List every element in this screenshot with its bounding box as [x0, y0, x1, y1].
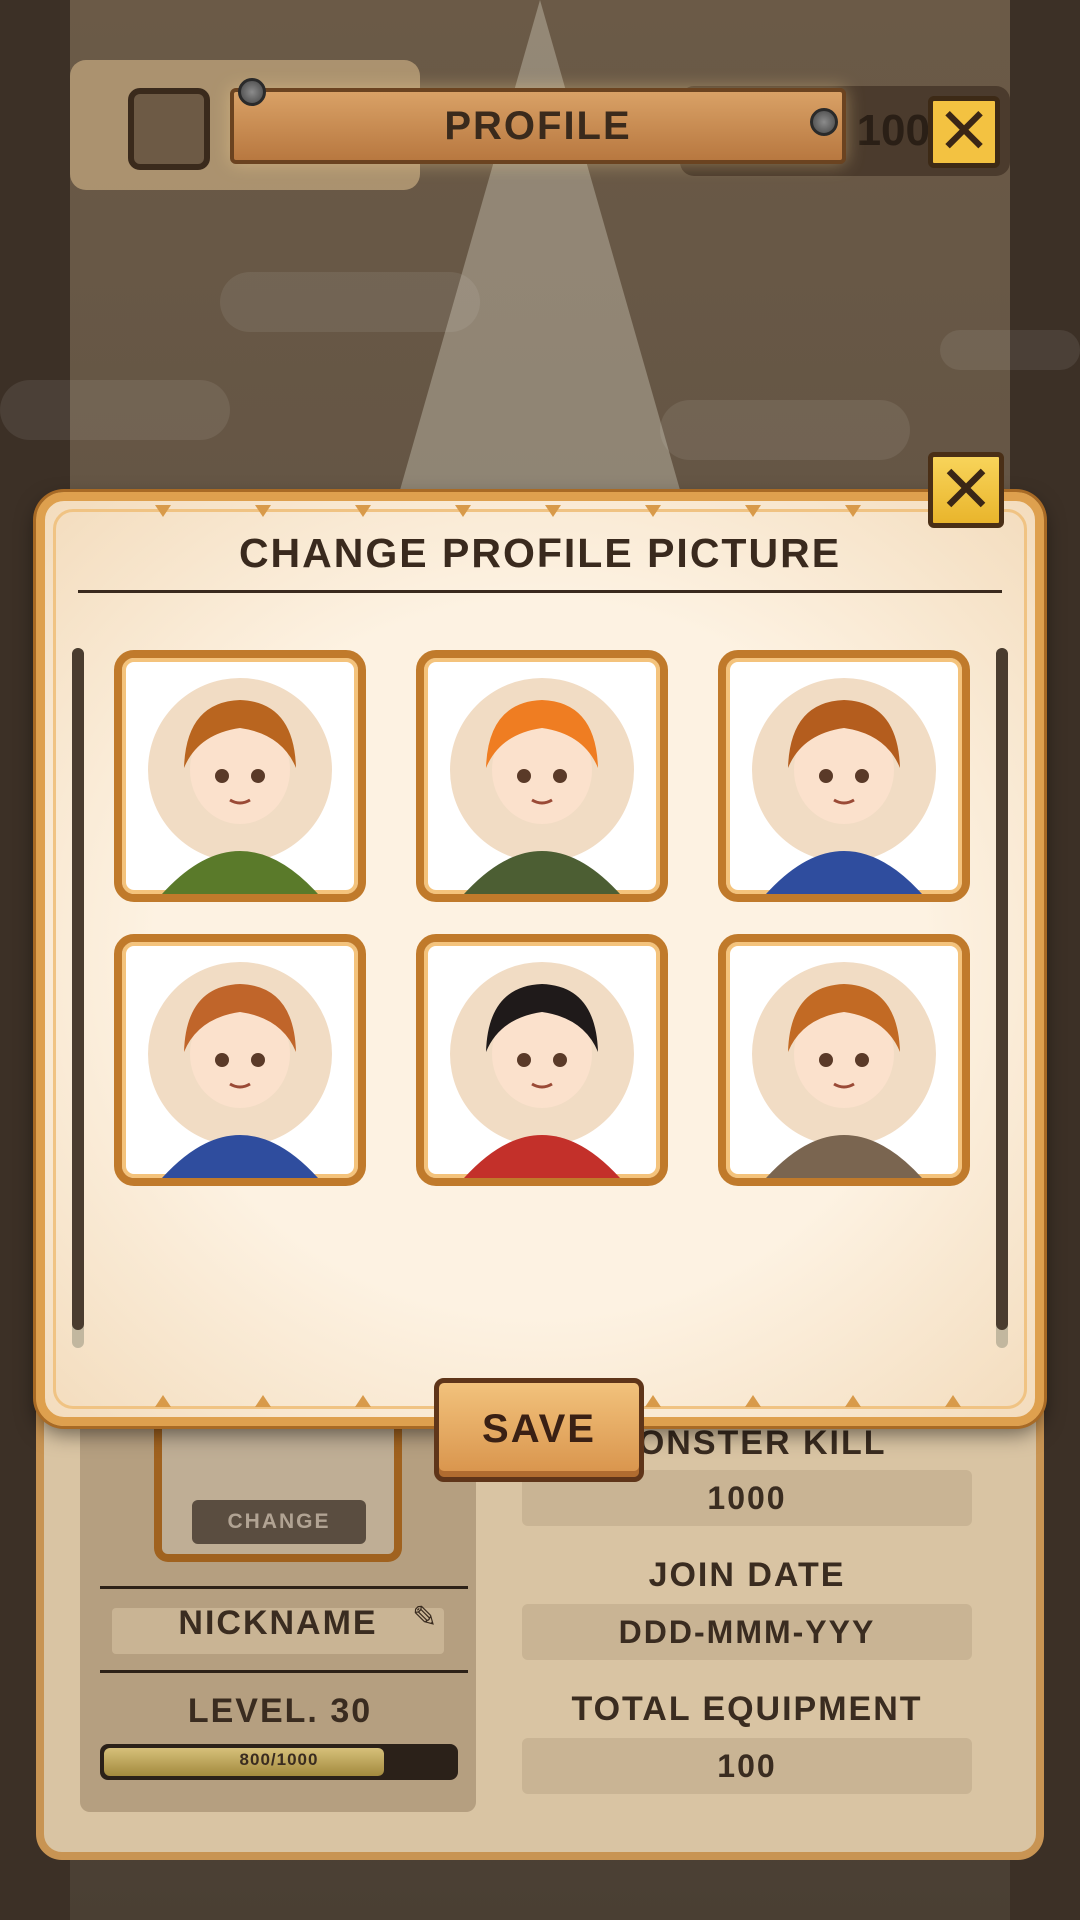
frame-spike: [355, 505, 371, 517]
frame-spike: [255, 505, 271, 517]
stat-label-total-equipment: TOTAL EQUIPMENT: [571, 1690, 923, 1728]
edit-pencil-icon[interactable]: ✎: [412, 1600, 437, 1635]
character-portrait-icon: [752, 962, 936, 1178]
page-title: PROFILE: [444, 104, 632, 148]
divider: [100, 1586, 468, 1589]
modal-title: CHANGE PROFILE PICTURE: [238, 530, 842, 576]
scrollbar-right-thumb[interactable]: [996, 648, 1008, 1330]
level-label: LEVEL. 30: [187, 1692, 373, 1730]
nail-icon: [238, 78, 266, 106]
frame-spike: [645, 1395, 661, 1407]
scrollbar-left-thumb[interactable]: [72, 648, 84, 1330]
frame-spike: [845, 505, 861, 517]
stat-label-join-date: JOIN DATE: [648, 1556, 846, 1594]
frame-spike: [455, 505, 471, 517]
character-portrait-icon: [450, 962, 634, 1178]
character-portrait-icon: [450, 678, 634, 894]
cloud: [220, 272, 480, 332]
save-button[interactable]: SAVE: [434, 1378, 644, 1482]
cloud: [660, 400, 910, 460]
cloud: [0, 380, 230, 440]
avatar-option-2[interactable]: [416, 650, 668, 902]
frame-spike: [155, 505, 171, 517]
frame-spike: [845, 1395, 861, 1407]
frame-spike: [945, 1395, 961, 1407]
title-divider: [78, 590, 1002, 593]
frame-spike: [255, 1395, 271, 1407]
currency-value: 100: [856, 106, 930, 155]
change-avatar-button[interactable]: CHANGE: [192, 1500, 366, 1544]
avatar-option-5[interactable]: [416, 934, 668, 1186]
nail-icon: [810, 108, 838, 136]
frame-spike: [355, 1395, 371, 1407]
xp-progress-text: 800/1000: [239, 1750, 319, 1769]
character-portrait-icon: [148, 962, 332, 1178]
avatar-option-4[interactable]: [114, 934, 366, 1186]
frame-spike: [155, 1395, 171, 1407]
profile-close-button[interactable]: ✕: [928, 96, 1000, 168]
scrollbar-right[interactable]: [996, 648, 1008, 1348]
avatar-option-6[interactable]: [718, 934, 970, 1186]
scrollbar-left[interactable]: [72, 648, 84, 1348]
modal-close-button[interactable]: ✕: [928, 452, 1004, 528]
frame-spike: [545, 505, 561, 517]
stat-value-join-date: DDD-MMM-YYY: [522, 1604, 972, 1660]
character-portrait-icon: [752, 678, 936, 894]
nickname-text: NICKNAME: [178, 1604, 378, 1642]
character-portrait-icon: [148, 678, 332, 894]
page-title-plank: PROFILE: [230, 88, 846, 164]
cloud: [940, 330, 1080, 370]
avatar-option-3[interactable]: [718, 650, 970, 902]
divider: [100, 1670, 468, 1673]
frame-spike: [745, 505, 761, 517]
stat-value-total-equipment: 100: [522, 1738, 972, 1794]
frame-spike: [645, 505, 661, 517]
avatar-option-1[interactable]: [114, 650, 366, 902]
frame-spike: [745, 1395, 761, 1407]
header-avatar-frame: [128, 88, 210, 170]
